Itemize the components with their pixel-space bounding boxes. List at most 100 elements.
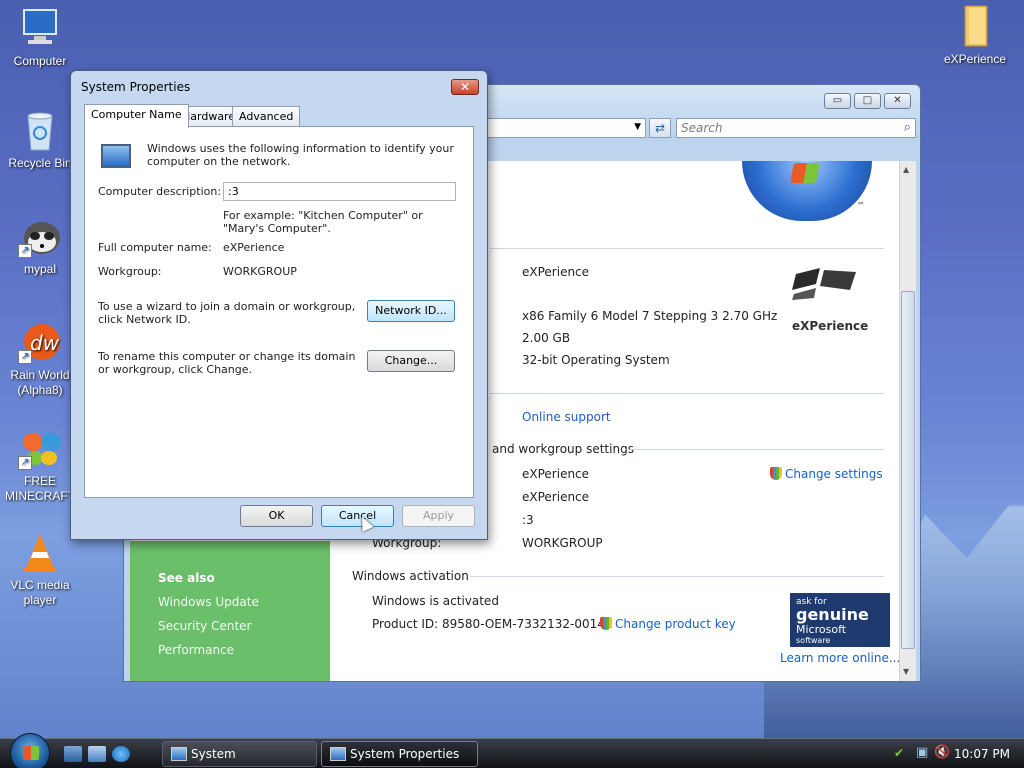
close-button[interactable]: ✕ bbox=[451, 79, 479, 95]
desktop-icon-computer[interactable]: Computer bbox=[0, 6, 80, 69]
workgroup-label: Workgroup: bbox=[98, 265, 162, 278]
change-product-key-link[interactable]: Change product key bbox=[600, 617, 736, 631]
vertical-scrollbar[interactable]: ▲ ▼ bbox=[899, 161, 916, 681]
system-tray: ✔ ▣ 🔇 10:07 PM bbox=[884, 739, 1024, 768]
close-button[interactable]: ✕ bbox=[884, 93, 911, 109]
tab-advanced[interactable]: Advanced bbox=[232, 106, 301, 127]
network-icon[interactable]: ▣ bbox=[916, 745, 928, 760]
computer-description-input[interactable]: :3 bbox=[223, 182, 456, 201]
trademark-mark: ™ bbox=[857, 201, 865, 210]
section-divider bbox=[490, 393, 884, 394]
search-placeholder: Search bbox=[681, 121, 723, 135]
desktop-icon-vlc[interactable]: VLC media player bbox=[0, 530, 80, 608]
uac-shield-icon bbox=[600, 617, 612, 630]
desktop-icon-free-minecraft[interactable]: ↗ FREE MINECRAFT bbox=[0, 426, 80, 504]
section-divider bbox=[490, 248, 884, 249]
genuine-microsoft-badge[interactable]: ask for genuine Microsoft software bbox=[790, 593, 890, 647]
apply-button[interactable]: Apply bbox=[402, 505, 475, 527]
computer-name-tab-panel: Windows uses the following information t… bbox=[84, 126, 474, 498]
section-divider bbox=[470, 576, 884, 577]
workgroup-value: WORKGROUP bbox=[223, 265, 297, 278]
taskbar-button-label: System Properties bbox=[350, 747, 460, 761]
recycle-bin-icon bbox=[18, 108, 62, 152]
scroll-thumb[interactable] bbox=[901, 291, 915, 649]
full-computer-name-label: Full computer name: bbox=[98, 241, 212, 254]
windows-activation-header: Windows activation bbox=[352, 569, 469, 583]
security-check-icon[interactable]: ✔ bbox=[894, 746, 904, 760]
processor-value: x86 Family 6 Model 7 Stepping 3 2.70 GHz bbox=[522, 309, 778, 323]
maximize-button[interactable]: □ bbox=[854, 93, 881, 109]
desktop-icon-label: Recycle Bin bbox=[8, 156, 72, 170]
computer-icon bbox=[330, 747, 346, 761]
clock[interactable]: 10:07 PM bbox=[954, 747, 1010, 761]
switch-windows-icon[interactable] bbox=[88, 746, 106, 762]
full-computer-name-value: eXPerience bbox=[223, 241, 285, 254]
desktop-icon-recycle-bin[interactable]: Recycle Bin bbox=[0, 108, 80, 171]
taskbar: System System Properties ✔ ▣ 🔇 10:07 PM bbox=[0, 733, 1024, 768]
minimize-button[interactable]: ▭ bbox=[824, 93, 851, 109]
windows-logo-icon bbox=[742, 161, 872, 221]
desktop-icon-label: FREE MINECRAFT bbox=[5, 474, 75, 503]
online-support-link[interactable]: Online support bbox=[522, 410, 611, 424]
see-also-item-windows-update[interactable]: Windows Update bbox=[158, 595, 330, 609]
see-also-item-performance[interactable]: Performance bbox=[158, 643, 330, 657]
desktop-icon-experience-folder[interactable]: eXPerience bbox=[935, 4, 1015, 67]
computer-icon bbox=[18, 6, 62, 50]
product-id: Product ID: 89580-OEM-7332132-00141 bbox=[372, 617, 613, 631]
computer-name-value: eXPerience bbox=[522, 467, 590, 481]
memory-value: 2.00 GB bbox=[522, 331, 571, 345]
system-properties-dialog: System Properties ✕ Computer Name Hardwa… bbox=[70, 70, 488, 540]
start-button[interactable] bbox=[10, 733, 50, 768]
desktop-icon-label: mypal bbox=[23, 262, 56, 276]
computer-description-label: Computer description: bbox=[98, 185, 222, 198]
change-button[interactable]: Change... bbox=[367, 350, 455, 372]
ok-button[interactable]: OK bbox=[240, 505, 313, 527]
desktop-icon-label: Computer bbox=[13, 54, 67, 68]
computer-icon bbox=[101, 144, 131, 168]
desktop-icon-label: VLC media player bbox=[10, 578, 70, 607]
internet-explorer-icon[interactable] bbox=[112, 746, 130, 762]
desktop-icon-rain-world[interactable]: dw ↗ Rain World (Alpha8) bbox=[0, 320, 80, 398]
see-also-header: See also bbox=[158, 571, 215, 585]
section-divider bbox=[630, 449, 884, 450]
change-settings-link[interactable]: Change settings bbox=[770, 467, 883, 481]
dialog-title: System Properties bbox=[81, 80, 191, 94]
uac-shield-icon bbox=[770, 467, 782, 480]
shortcut-arrow-icon: ↗ bbox=[18, 456, 32, 470]
vlc-cone-icon bbox=[18, 530, 62, 574]
cancel-button[interactable]: Cancel bbox=[321, 505, 394, 527]
butterfly-icon: ↗ bbox=[18, 426, 62, 470]
svg-text:dw: dw bbox=[30, 331, 60, 355]
learn-more-link[interactable]: Learn more online... bbox=[780, 651, 900, 665]
computer-description-value: :3 bbox=[522, 513, 534, 527]
chevron-down-icon[interactable]: ▼ bbox=[634, 122, 641, 132]
genuine-badge-line: software bbox=[796, 636, 831, 645]
see-also-panel: See also Windows Update Security Center … bbox=[130, 541, 330, 681]
scroll-down-icon[interactable]: ▼ bbox=[903, 667, 909, 676]
see-also-item-security-center[interactable]: Security Center bbox=[158, 619, 330, 633]
computer-icon bbox=[171, 747, 187, 761]
change-description: To rename this computer or change its do… bbox=[98, 350, 356, 376]
manufacturer-value: eXPerience bbox=[522, 265, 590, 279]
windows-logo-icon bbox=[23, 746, 39, 760]
refresh-icon[interactable]: ⇄ bbox=[649, 118, 671, 138]
experience-logo bbox=[790, 266, 860, 312]
volume-muted-icon[interactable]: 🔇 bbox=[934, 745, 950, 760]
show-desktop-icon[interactable] bbox=[64, 746, 82, 762]
dw-icon: dw ↗ bbox=[18, 320, 62, 364]
search-icon[interactable]: ⌕ bbox=[904, 120, 911, 135]
taskbar-button-system[interactable]: System bbox=[162, 741, 317, 767]
scroll-up-icon[interactable]: ▲ bbox=[903, 165, 909, 174]
folder-icon bbox=[953, 4, 997, 48]
address-bar[interactable]: ▼ bbox=[484, 118, 646, 138]
desktop-icon-mypal[interactable]: ↗ mypal bbox=[0, 214, 80, 277]
full-computer-name-value: eXPerience bbox=[522, 490, 590, 504]
computer-name-section-header: and workgroup settings bbox=[492, 442, 634, 456]
taskbar-button-system-properties[interactable]: System Properties bbox=[321, 741, 478, 767]
network-id-button[interactable]: Network ID... bbox=[367, 300, 455, 322]
tab-computer-name[interactable]: Computer Name bbox=[84, 104, 189, 128]
taskbar-button-label: System bbox=[191, 747, 236, 761]
intro-text: Windows uses the following information t… bbox=[147, 142, 454, 168]
system-type-value: 32-bit Operating System bbox=[522, 353, 670, 367]
search-input[interactable]: Search ⌕ bbox=[676, 118, 916, 138]
